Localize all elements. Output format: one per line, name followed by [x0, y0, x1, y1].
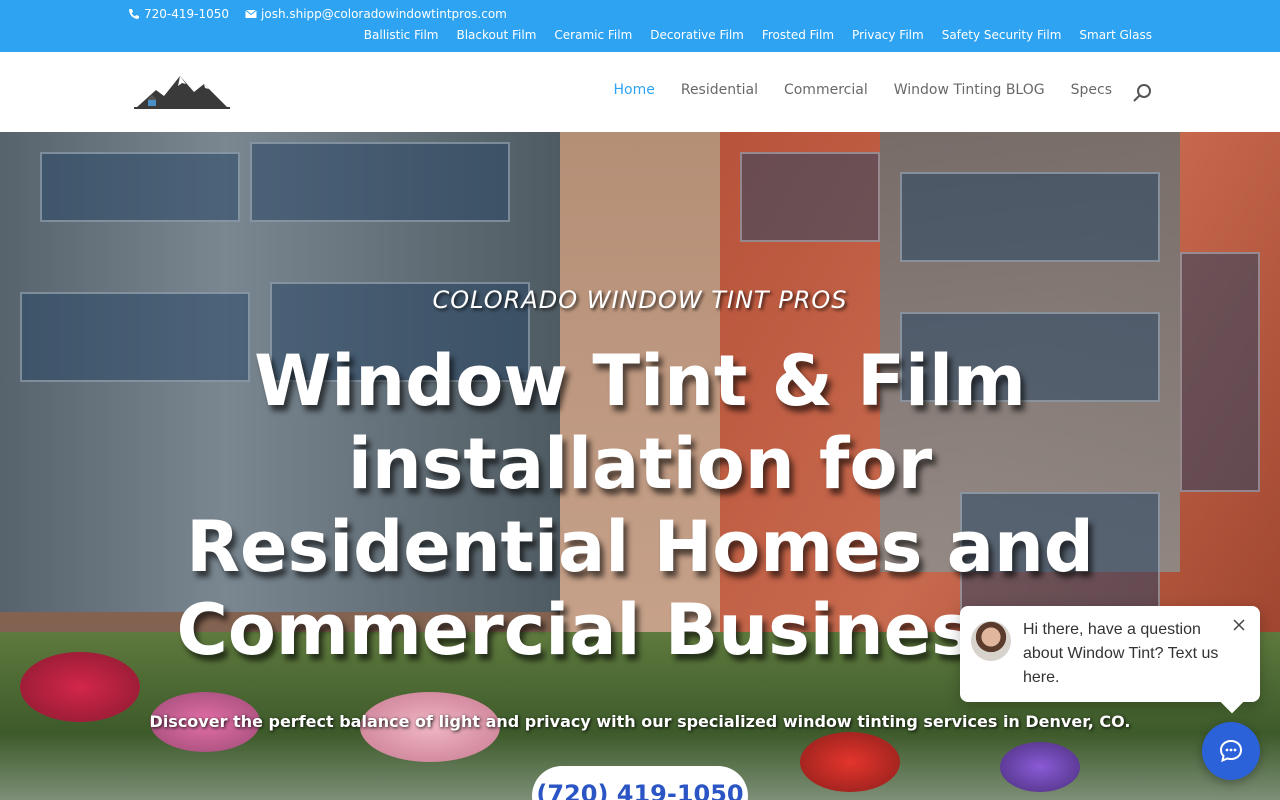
- top-bar: 720-419-1050 josh.shipp@coloradowindowti…: [0, 0, 1280, 52]
- secondary-nav-blackout-film[interactable]: Blackout Film: [456, 28, 536, 42]
- phone-icon: [129, 9, 139, 19]
- secondary-nav-ballistic-film[interactable]: Ballistic Film: [364, 28, 439, 42]
- chat-message: Hi there, have a question about Window T…: [1023, 621, 1219, 686]
- logo-mountains[interactable]: [134, 72, 230, 112]
- secondary-nav-safety-security-film[interactable]: Safety Security Film: [942, 28, 1062, 42]
- hero-subtitle: Discover the perfect balance of light an…: [149, 712, 1131, 731]
- phone-number: 720-419-1050: [144, 7, 230, 21]
- nav-commercial[interactable]: Commercial: [784, 82, 868, 98]
- hero-eyebrow: COLORADO WINDOW TINT PROS: [432, 286, 848, 314]
- contact-info: 720-419-1050 josh.shipp@coloradowindowti…: [128, 7, 507, 21]
- avatar: [971, 621, 1011, 661]
- nav-residential[interactable]: Residential: [681, 82, 758, 98]
- secondary-nav-frosted-film[interactable]: Frosted Film: [762, 28, 834, 42]
- email-link[interactable]: josh.shipp@coloradowindowtintpros.com: [245, 7, 507, 21]
- chat-icon: [1219, 739, 1243, 763]
- call-button[interactable]: (720) 419-1050: [532, 766, 748, 800]
- nav-window-tinting-blog[interactable]: Window Tinting BLOG: [894, 82, 1045, 98]
- email-icon: [245, 9, 257, 18]
- main-nav: Home Residential Commercial Window Tinti…: [614, 82, 1113, 98]
- chat-button[interactable]: [1202, 722, 1260, 780]
- email-address: josh.shipp@coloradowindowtintpros.com: [261, 7, 507, 21]
- secondary-nav-decorative-film[interactable]: Decorative Film: [650, 28, 744, 42]
- secondary-nav: Ballistic Film Blackout Film Ceramic Fil…: [364, 28, 1152, 42]
- secondary-nav-privacy-film[interactable]: Privacy Film: [852, 28, 924, 42]
- search-icon[interactable]: [1132, 82, 1154, 104]
- nav-home[interactable]: Home: [614, 82, 655, 98]
- close-icon[interactable]: [1232, 618, 1246, 632]
- main-header: Home Residential Commercial Window Tinti…: [0, 52, 1280, 132]
- secondary-nav-smart-glass[interactable]: Smart Glass: [1079, 28, 1152, 42]
- phone-link[interactable]: 720-419-1050: [128, 7, 229, 21]
- secondary-nav-ceramic-film[interactable]: Ceramic Film: [554, 28, 632, 42]
- chat-popup[interactable]: Hi there, have a question about Window T…: [960, 606, 1260, 714]
- nav-specs[interactable]: Specs: [1071, 82, 1112, 98]
